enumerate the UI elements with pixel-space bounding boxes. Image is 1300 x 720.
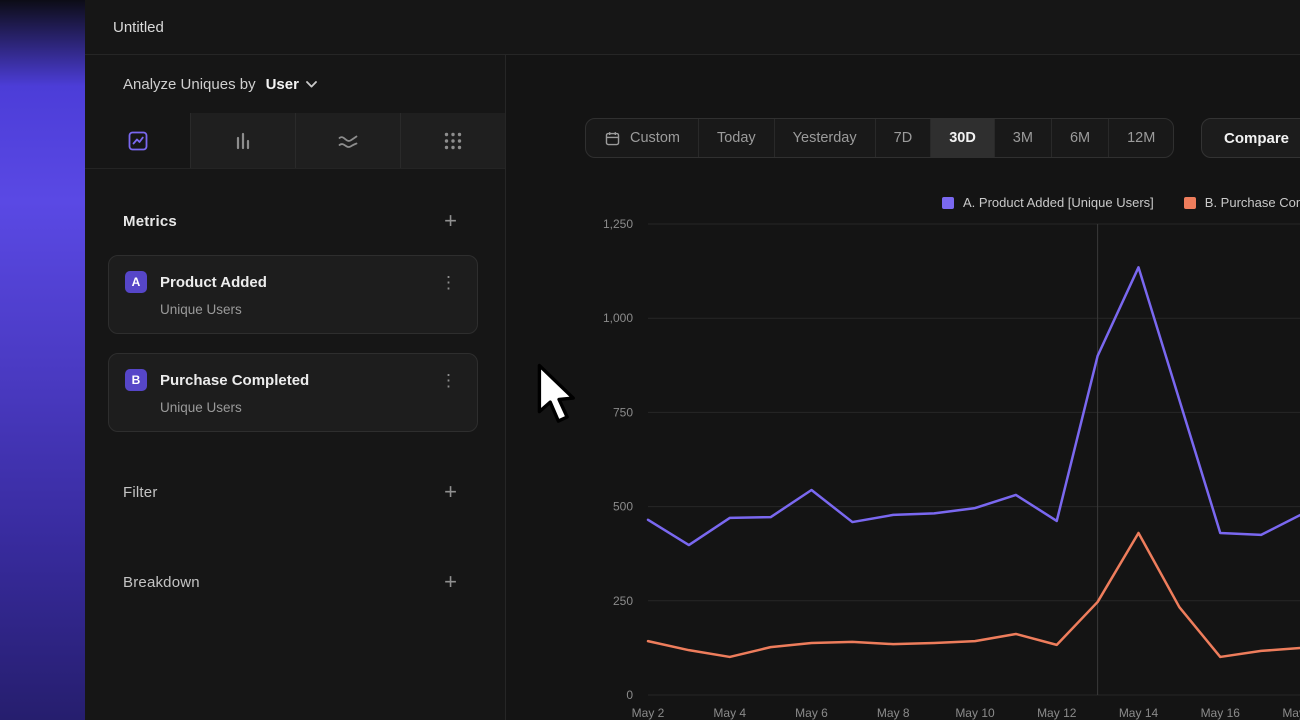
add-filter-button[interactable]: +	[444, 481, 457, 503]
bar-chart-icon	[231, 129, 255, 153]
range-today-button[interactable]: Today	[699, 119, 775, 157]
report-title: Untitled	[113, 19, 164, 36]
range-custom-label: Custom	[630, 130, 680, 146]
analyze-row: Analyze Uniques by User	[85, 55, 505, 113]
metric-subtitle-b: Unique Users	[160, 400, 461, 415]
svg-text:750: 750	[613, 405, 633, 419]
tab-flows[interactable]	[295, 113, 400, 168]
metric-card-a[interactable]: A Product Added ⋮ Unique Users	[108, 255, 478, 334]
legend-item-a: A. Product Added [Unique Users]	[942, 195, 1154, 210]
metric-badge-a: A	[125, 271, 147, 293]
svg-text:May 14: May 14	[1119, 706, 1159, 720]
metric-badge-b: B	[125, 369, 147, 391]
calendar-icon	[604, 130, 621, 147]
chart-type-tabs	[85, 113, 505, 169]
metric-title-a: Product Added	[160, 274, 423, 291]
svg-text:May 8: May 8	[877, 706, 910, 720]
topbar: Untitled	[85, 0, 1300, 55]
svg-text:May 18: May 18	[1282, 706, 1300, 720]
date-range-group: Custom Today Yesterday 7D 30D 3M 6M 12M	[585, 118, 1174, 158]
add-breakdown-button[interactable]: +	[444, 571, 457, 593]
nav-gradient-strip	[0, 0, 85, 720]
legend-label-a: A. Product Added [Unique Users]	[963, 195, 1154, 210]
legend-swatch-b	[1184, 197, 1196, 209]
app-root: Untitled Analyze Uniques by User	[0, 0, 1300, 720]
range-12m-button[interactable]: 12M	[1109, 119, 1173, 157]
tab-bar-chart[interactable]	[190, 113, 295, 168]
analyze-label: Analyze Uniques by	[123, 76, 256, 93]
chart-toolbar: Custom Today Yesterday 7D 30D 3M 6M 12M …	[506, 118, 1300, 158]
svg-text:May 16: May 16	[1201, 706, 1241, 720]
breakdown-label: Breakdown	[123, 574, 200, 591]
line-chart-icon	[126, 129, 150, 153]
filter-section-header: Filter +	[85, 472, 505, 512]
line-chart: 0 250 500 750 1,000 1,250 May 2 May 4 May 6 May 8…	[506, 210, 1300, 720]
metric-title-b: Purchase Completed	[160, 372, 423, 389]
chart-legend: A. Product Added [Unique Users] B. Purch…	[942, 195, 1300, 210]
range-6m-button[interactable]: 6M	[1052, 119, 1109, 157]
legend-swatch-a	[942, 197, 954, 209]
add-metric-button[interactable]: +	[444, 210, 457, 232]
svg-text:1,250: 1,250	[603, 217, 633, 231]
metric-subtitle-a: Unique Users	[160, 302, 461, 317]
retention-grid-icon	[441, 129, 465, 153]
flows-icon	[336, 129, 360, 153]
content: Untitled Analyze Uniques by User	[85, 0, 1300, 720]
metric-menu-icon-a[interactable]: ⋮	[436, 274, 461, 291]
svg-text:May 10: May 10	[955, 706, 995, 720]
svg-text:0: 0	[626, 688, 633, 702]
svg-text:May 6: May 6	[795, 706, 828, 720]
range-yesterday-button[interactable]: Yesterday	[775, 119, 876, 157]
tab-line-chart[interactable]	[85, 113, 190, 168]
chart-panel: Custom Today Yesterday 7D 30D 3M 6M 12M …	[505, 55, 1300, 720]
metric-card-b[interactable]: B Purchase Completed ⋮ Unique Users	[108, 353, 478, 432]
compare-button[interactable]: Compare	[1201, 118, 1300, 158]
analyze-by-dropdown[interactable]: User	[266, 76, 317, 93]
metrics-section-header: Metrics +	[85, 201, 505, 241]
mouse-cursor	[534, 361, 580, 427]
metrics-label: Metrics	[123, 213, 177, 230]
metric-menu-icon-b[interactable]: ⋮	[436, 372, 461, 389]
svg-text:500: 500	[613, 500, 633, 514]
body: Analyze Uniques by User	[85, 55, 1300, 720]
range-30d-button[interactable]: 30D	[931, 119, 995, 157]
range-7d-button[interactable]: 7D	[876, 119, 932, 157]
range-custom-button[interactable]: Custom	[586, 119, 699, 157]
svg-text:May 2: May 2	[632, 706, 665, 720]
analyze-by-value: User	[266, 76, 299, 93]
query-builder-panel: Analyze Uniques by User	[85, 55, 505, 720]
filter-label: Filter	[123, 484, 158, 501]
svg-text:1,000: 1,000	[603, 311, 633, 325]
legend-label-b: B. Purchase Completed [Unique Users]	[1205, 195, 1300, 210]
breakdown-section-header: Breakdown +	[85, 562, 505, 602]
tab-retention-grid[interactable]	[400, 113, 505, 168]
svg-text:May 4: May 4	[713, 706, 746, 720]
chevron-down-icon	[306, 81, 317, 88]
svg-text:May 12: May 12	[1037, 706, 1077, 720]
range-3m-button[interactable]: 3M	[995, 119, 1052, 157]
legend-item-b: B. Purchase Completed [Unique Users]	[1184, 195, 1300, 210]
svg-text:250: 250	[613, 594, 633, 608]
